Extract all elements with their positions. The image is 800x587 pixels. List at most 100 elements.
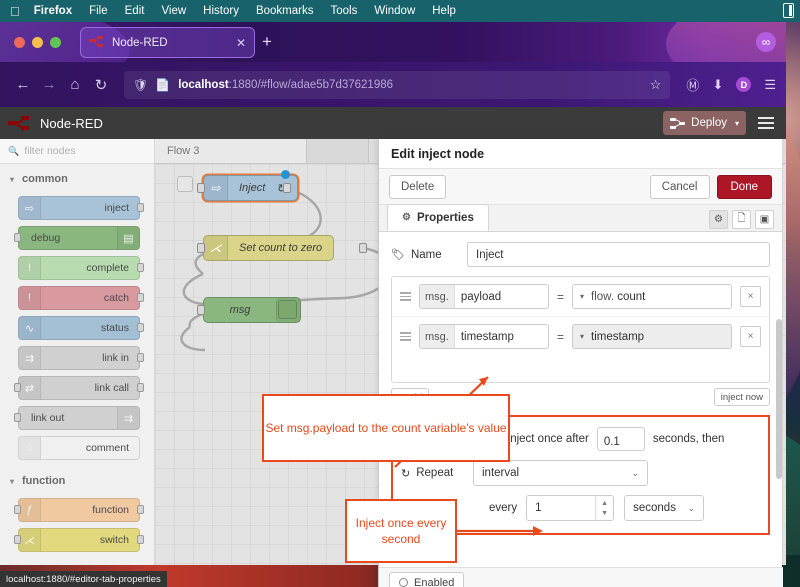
property-input[interactable]: msg. payload bbox=[419, 284, 549, 309]
inject-delay-input[interactable]: 0.1 bbox=[597, 427, 645, 451]
plus-icon[interactable]: + bbox=[262, 33, 272, 50]
value-text: count bbox=[617, 291, 645, 303]
palette-node-label: function bbox=[92, 504, 129, 516]
inject-node-button[interactable] bbox=[177, 176, 193, 192]
palette-node-catch[interactable]: !catch bbox=[18, 286, 140, 310]
menu-item-firefox[interactable]: Firefox bbox=[34, 5, 72, 17]
account-avatar[interactable]: D bbox=[736, 77, 751, 92]
value-input[interactable]: ▾ flow. count bbox=[572, 284, 732, 309]
remove-rule-button[interactable]: × bbox=[740, 286, 761, 307]
node-input-port[interactable] bbox=[14, 233, 21, 242]
minimize-window-button[interactable] bbox=[32, 37, 43, 48]
debug-node-toggle[interactable] bbox=[278, 300, 297, 319]
name-input[interactable]: Inject bbox=[467, 242, 770, 267]
palette-node-status[interactable]: ∿status bbox=[18, 316, 140, 340]
change-node-input-port[interactable] bbox=[197, 243, 205, 253]
node-input-port[interactable] bbox=[14, 413, 21, 422]
gear-icon[interactable]: ⚙ bbox=[709, 210, 728, 229]
palette-node-debug[interactable]: debug▤ bbox=[18, 226, 140, 250]
menu-item-tools[interactable]: Tools bbox=[330, 5, 357, 17]
palette-node-comment[interactable]: ◌comment bbox=[18, 436, 140, 460]
chevron-down-icon[interactable]: ▾ bbox=[580, 332, 584, 341]
debug-node-input-port[interactable] bbox=[197, 305, 205, 315]
chevron-down-icon[interactable]: ▾ bbox=[580, 292, 584, 301]
close-icon[interactable]: ✕ bbox=[236, 36, 246, 50]
hamburger-icon[interactable]: ☰ bbox=[764, 77, 776, 93]
palette-category-function[interactable]: ▾function bbox=[0, 466, 154, 494]
node-input-port[interactable] bbox=[14, 505, 21, 514]
back-arrow-icon[interactable]: ← bbox=[10, 76, 36, 93]
download-icon[interactable]: ⬇ bbox=[712, 77, 723, 93]
spinner-down-icon[interactable]: ▼ bbox=[601, 510, 608, 517]
star-icon[interactable]: ☆ bbox=[650, 77, 662, 93]
repeat-mode-value: interval bbox=[482, 467, 519, 479]
inject-node-output-port[interactable] bbox=[283, 183, 291, 193]
repeat-unit-select[interactable]: seconds ⌄ bbox=[624, 495, 704, 521]
palette-node-link-out[interactable]: link out⇉ bbox=[18, 406, 140, 430]
drag-handle-icon[interactable] bbox=[400, 292, 411, 301]
drag-handle-icon[interactable] bbox=[400, 332, 411, 341]
palette-node-switch[interactable]: ⋌switch bbox=[18, 528, 140, 552]
node-input-port[interactable] bbox=[14, 383, 21, 392]
delete-button[interactable]: Delete bbox=[389, 175, 446, 199]
tab-properties[interactable]: ⚙ Properties bbox=[387, 204, 489, 231]
chevron-down-icon[interactable]: ▾ bbox=[735, 119, 739, 128]
forward-arrow-icon[interactable]: → bbox=[36, 76, 62, 93]
repeat-interval-input[interactable]: 1 ▲ ▼ bbox=[526, 495, 614, 521]
description-icon[interactable]: 🗋 bbox=[732, 210, 751, 229]
main-menu-button[interactable] bbox=[758, 117, 774, 129]
node-output-port[interactable] bbox=[137, 383, 144, 392]
window-controls[interactable] bbox=[14, 37, 61, 48]
property-input[interactable]: msg. timestamp bbox=[419, 324, 549, 349]
change-node-output-port[interactable] bbox=[359, 243, 367, 253]
shield-icon[interactable]: 🛡 bbox=[133, 78, 148, 92]
node-output-port[interactable] bbox=[137, 203, 144, 212]
menu-item-edit[interactable]: Edit bbox=[125, 5, 145, 17]
reload-icon[interactable]: ↻ bbox=[88, 76, 114, 94]
menu-item-view[interactable]: View bbox=[161, 5, 186, 17]
palette-node-complete[interactable]: !complete bbox=[18, 256, 140, 280]
palette-node-inject[interactable]: ⇨inject bbox=[18, 196, 140, 220]
menu-item-help[interactable]: Help bbox=[432, 5, 456, 17]
value-input[interactable]: ▾ timestamp bbox=[572, 324, 732, 349]
home-icon[interactable]: ⌂ bbox=[62, 76, 88, 93]
spinner-up-icon[interactable]: ▲ bbox=[601, 500, 608, 507]
node-output-port[interactable] bbox=[137, 263, 144, 272]
palette-node-function[interactable]: ƒfunction bbox=[18, 498, 140, 522]
pocket-icon[interactable]: Ⓜ bbox=[686, 75, 699, 94]
node-output-port[interactable] bbox=[137, 323, 144, 332]
palette-search-input[interactable]: 🔍 filter nodes bbox=[0, 139, 154, 164]
close-window-button[interactable] bbox=[14, 37, 25, 48]
workspace-tab-flow3[interactable]: Flow 3 bbox=[155, 139, 307, 163]
cancel-button[interactable]: Cancel bbox=[650, 175, 710, 199]
panel-scrollbar[interactable] bbox=[776, 319, 782, 479]
palette-category-common[interactable]: ▾common bbox=[0, 164, 154, 192]
palette-node-link-call[interactable]: ⇄link call bbox=[18, 376, 140, 400]
deploy-button[interactable]: Deploy ▾ bbox=[663, 111, 746, 135]
inject-node-input-port[interactable] bbox=[197, 183, 205, 193]
appearance-icon[interactable]: ▣ bbox=[755, 210, 774, 229]
node-input-port[interactable] bbox=[14, 535, 21, 544]
apple-icon[interactable]:  bbox=[10, 5, 20, 18]
menu-item-window[interactable]: Window bbox=[374, 5, 415, 17]
inject-now-button[interactable]: inject now bbox=[714, 388, 770, 406]
palette-node-label: link in bbox=[102, 352, 129, 364]
spinner-arrows[interactable]: ▲ ▼ bbox=[595, 496, 613, 520]
deploy-icon bbox=[670, 118, 685, 129]
url-bar[interactable]: 🛡 📄 localhost:1880/#flow/adae5b7d3762198… bbox=[124, 71, 670, 99]
menu-item-bookmarks[interactable]: Bookmarks bbox=[256, 5, 314, 17]
done-button[interactable]: Done bbox=[717, 175, 773, 199]
remove-rule-button[interactable]: × bbox=[740, 326, 761, 347]
maximize-window-button[interactable] bbox=[50, 37, 61, 48]
node-output-port[interactable] bbox=[137, 505, 144, 514]
node-output-port[interactable] bbox=[137, 293, 144, 302]
node-output-port[interactable] bbox=[137, 353, 144, 362]
enabled-toggle[interactable]: Enabled bbox=[389, 572, 464, 587]
palette-node-link-in[interactable]: ⇉link in bbox=[18, 346, 140, 370]
repeat-mode-select[interactable]: interval ⌄ bbox=[473, 460, 648, 486]
node-output-port[interactable] bbox=[137, 535, 144, 544]
workspace-tab-add[interactable] bbox=[307, 139, 369, 163]
menu-item-file[interactable]: File bbox=[89, 5, 108, 17]
menu-item-history[interactable]: History bbox=[203, 5, 239, 17]
browser-tab-node-red[interactable]: Node-RED ✕ bbox=[80, 27, 255, 58]
